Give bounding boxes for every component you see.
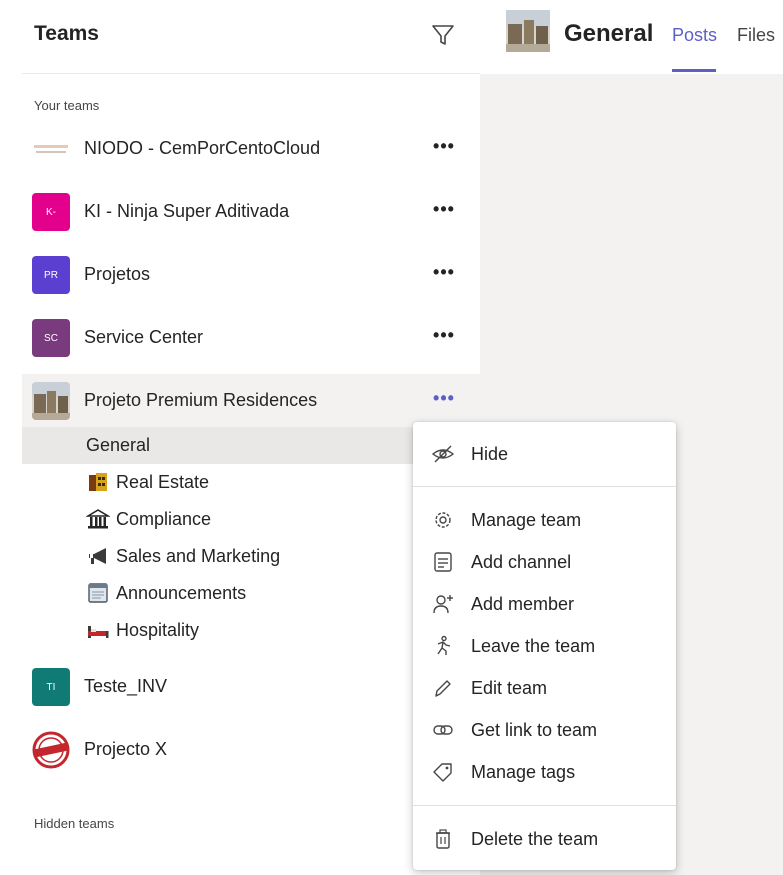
team-name: Projeto Premium Residences [84,390,318,410]
team-item-projeto-premium-residences[interactable]: Projeto Premium Residences ••• [22,374,480,430]
add-person-icon [433,595,453,614]
menu-item-get-link-to-team[interactable]: Get link to team [413,710,676,750]
menu-item-manage-team[interactable]: Manage team [413,500,676,540]
gear-icon [435,512,451,528]
channel-name: Hospitality [116,620,200,640]
menu-item-leave-the-team[interactable]: Leave the team [413,626,676,666]
channel-name: Real Estate [116,472,210,492]
menu-label: Add channel [471,552,572,572]
more-options-icon[interactable]: ••• [426,262,462,288]
tab-posts[interactable]: Posts [672,25,717,46]
menu-label: Manage tags [471,762,576,782]
channel-name: General [86,435,151,455]
team-name: KI - Ninja Super Aditivada [84,201,290,221]
more-options-icon[interactable]: ••• [426,388,462,414]
bed-icon [88,626,109,638]
menu-label: Edit team [471,678,548,698]
channel-header: General Posts Files [480,8,783,74]
menu-item-edit-team[interactable]: Edit team [413,668,676,708]
team-avatar [32,382,70,420]
building-icon [89,473,107,491]
tab-files[interactable]: Files [737,25,775,46]
menu-label: Hide [471,444,509,464]
menu-label: Add member [471,594,575,614]
channel-item-sales-and-marketing[interactable]: Sales and Marketing [22,538,480,575]
filter-icon[interactable] [430,22,456,48]
team-name: Projecto X [84,739,168,759]
team-avatar: K- [32,193,70,231]
menu-divider [413,805,676,806]
channel-name: Announcements [116,583,247,603]
megaphone-icon [89,548,106,564]
channel-name: Compliance [116,509,212,529]
team-name: Teste_INV [84,676,168,696]
bank-icon [86,509,110,529]
menu-item-hide[interactable]: Hide [413,434,676,474]
channel-name: Sales and Marketing [116,546,281,566]
menu-item-delete-the-team[interactable]: Delete the team [413,819,676,859]
team-item-teste-inv[interactable]: TI Teste_INV [22,660,480,716]
team-avatar: TI [32,668,70,706]
channel-item-compliance[interactable]: Compliance [22,501,480,538]
channel-item-hospitality[interactable]: Hospitality [22,612,480,649]
walk-out-icon [437,635,451,655]
team-avatar: SC [32,319,70,357]
trash-icon [436,829,450,849]
team-name: NIODO - CemPorCentoCloud [84,138,321,158]
tag-icon [433,763,452,782]
teams-title: Teams [34,22,99,45]
menu-label: Leave the team [471,636,596,656]
channel-title: General [564,20,654,47]
menu-label: Manage team [471,510,582,530]
link-icon [433,725,453,735]
more-options-icon[interactable]: ••• [426,136,462,162]
team-context-menu: Hide Manage team Add channel Add member [413,422,676,870]
active-tab-indicator [672,69,716,72]
menu-item-add-channel[interactable]: Add channel [413,542,676,582]
channel-item-announcements[interactable]: Announcements [22,575,480,612]
more-options-icon[interactable]: ••• [426,199,462,225]
team-item-ki[interactable]: K- KI - Ninja Super Aditivada ••• [22,185,480,241]
teams-panel: Teams Your teams NIODO - CemPorCentoClou… [22,8,480,875]
menu-item-manage-tags[interactable]: Manage tags [413,752,676,792]
team-item-projetos[interactable]: PR Projetos ••• [22,248,480,304]
menu-divider [413,486,676,487]
team-item-projecto-x[interactable]: Projecto X [22,723,480,779]
hide-icon [431,445,455,463]
notepad-icon [88,583,108,603]
team-logo [34,145,68,153]
menu-label: Delete the team [471,829,599,849]
team-name: Service Center [84,327,204,347]
channel-item-real-estate[interactable]: Real Estate [22,464,480,501]
pencil-icon [435,680,451,697]
more-options-icon[interactable]: ••• [426,325,462,351]
team-avatar [506,10,550,52]
team-avatar: PR [32,256,70,294]
channel-icon [434,552,452,572]
teams-header: Teams [22,8,480,74]
hidden-teams-label: Hidden teams [34,816,115,831]
menu-item-add-member[interactable]: Add member [413,584,676,624]
channel-item-general[interactable]: General [22,427,480,464]
team-name: Projetos [84,264,151,284]
team-item-service-center[interactable]: SC Service Center ••• [22,311,480,367]
menu-label: Get link to team [471,720,598,740]
your-teams-label: Your teams [34,98,100,113]
team-logo [32,731,70,769]
team-item-niodo[interactable]: NIODO - CemPorCentoCloud ••• [22,122,480,178]
